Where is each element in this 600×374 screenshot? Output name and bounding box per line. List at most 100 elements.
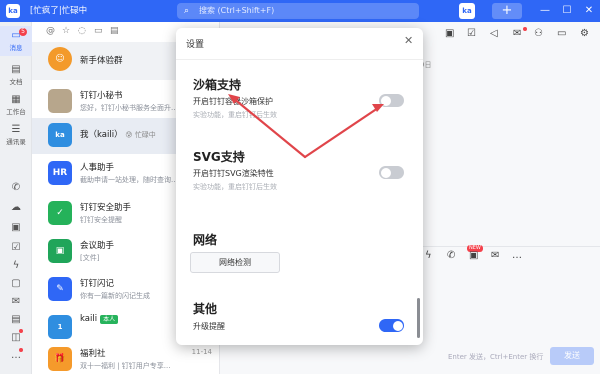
chat-filter-icon[interactable]: ▭ [94, 26, 103, 36]
svg-section-title: SVG支持 [193, 150, 245, 164]
ding-icon[interactable]: ϟ [425, 250, 432, 261]
title-bar: ka [忙疯了|忙碌中 ⌕ 搜索 (Ctrl+Shift+F) ka + — ☐… [0, 0, 600, 22]
conversation-name: 福利社 [80, 349, 106, 359]
nav-workbench-label: 工作台 [6, 108, 26, 116]
minimize-button[interactable]: — [535, 0, 555, 22]
sandbox-setting-note: 实验功能，重启钉钉后生效 [193, 111, 277, 119]
note-icon[interactable]: ▤ [10, 314, 22, 326]
file-icon[interactable]: ▭ [557, 28, 566, 39]
sandbox-setting-label: 开启钉钉容器沙箱保护 [193, 97, 273, 106]
conversation-name: kaili 本人 [80, 314, 119, 324]
close-window-button[interactable]: ✕ [579, 0, 599, 22]
video-icon[interactable]: ▣ [469, 250, 478, 261]
add-button[interactable]: + [492, 3, 522, 19]
conversation-item[interactable]: 🎁 福利社 双十一福利 | 钉钉用户专享... 11-14 [32, 342, 219, 374]
other-section-title: 其他 [193, 302, 218, 316]
conversation-name: 我（kaili） 😰 忙碌中 [80, 128, 156, 140]
grid-icon: ▦ [11, 94, 21, 105]
call-icon[interactable]: ✆ [447, 250, 455, 261]
todo-icon[interactable]: ☑ [10, 242, 22, 254]
nav-contacts[interactable]: ☰ 通讯录 [0, 124, 32, 150]
dingtalk-logo-icon: ka [6, 4, 20, 18]
dialog-divider [176, 59, 423, 60]
conversation-name: 钉钉安全助手 [80, 203, 132, 213]
meeting-icon[interactable]: ▢ [10, 278, 22, 290]
chat-bubble-icon: ▭ [11, 30, 21, 41]
more-icon[interactable]: … [512, 250, 522, 261]
ding-icon[interactable]: ◁ [490, 28, 498, 39]
avatar: ✎ [48, 277, 72, 301]
search-input[interactable]: ⌕ 搜索 (Ctrl+Shift+F) [177, 3, 419, 19]
avatar [48, 89, 72, 113]
nav-workbench[interactable]: ▦ 工作台 [0, 94, 32, 120]
svg-toggle[interactable] [379, 166, 404, 179]
sandbox-toggle[interactable] [379, 94, 404, 107]
send-button[interactable]: 发送 [550, 347, 594, 365]
notification-dot [19, 329, 23, 333]
avatar: ka [48, 123, 72, 147]
mention-icon[interactable]: @ [46, 26, 55, 36]
ding-icon[interactable]: ϟ [10, 260, 22, 272]
nav-docs-label: 文档 [9, 78, 23, 86]
gift-icon[interactable]: ◫ [10, 332, 22, 344]
dialog-scrollbar[interactable] [417, 298, 420, 338]
dialog-title: 设置 [186, 40, 205, 50]
conversation-name-text: 我（kaili） [80, 130, 123, 140]
self-tag: 本人 [100, 315, 119, 324]
mail-icon[interactable]: ✉ [10, 296, 22, 308]
conversation-name: 钉钉闪记 [80, 279, 115, 289]
conversation-preview: 您好，钉钉小秘书服务全面升... [80, 104, 178, 112]
nav-contacts-label: 通讯录 [6, 138, 26, 146]
conversation-preview: 钉钉安全提醒 [80, 216, 122, 224]
doc-filter-icon[interactable]: ▤ [110, 26, 119, 36]
calendar-icon[interactable]: ▣ [445, 28, 454, 39]
toggle-knob [392, 320, 403, 331]
avatar: ▣ [48, 239, 72, 263]
contacts-icon: ☰ [11, 124, 21, 135]
conversation-name: 人事助手 [80, 163, 115, 173]
search-placeholder: 搜索 (Ctrl+Shift+F) [199, 6, 275, 15]
settings-icon[interactable]: ⚙ [580, 28, 589, 39]
phone-icon[interactable]: ✆ [10, 182, 22, 194]
conversation-name-text: kaili [80, 314, 98, 324]
avatar: 1 [48, 315, 72, 339]
upgrade-reminder-label: 升级提醒 [193, 322, 225, 331]
conversation-time: 11-14 [191, 348, 212, 356]
toggle-knob [380, 167, 391, 178]
todo-icon[interactable]: ☑ [467, 28, 476, 39]
svg-setting-note: 实验功能，重启钉钉后生效 [193, 183, 277, 191]
star-icon[interactable]: ☆ [62, 26, 70, 36]
send-hint: Enter 发送，Ctrl+Enter 换行 [448, 353, 544, 361]
network-section-title: 网络 [193, 233, 218, 247]
upgrade-reminder-toggle[interactable] [379, 319, 404, 332]
conversation-name: 钉钉小秘书 [80, 91, 123, 101]
calendar-icon[interactable]: ▣ [10, 222, 22, 234]
document-icon: ▤ [11, 64, 21, 75]
busy-status-text: 忙碌中 [134, 131, 156, 139]
conversation-preview: 你有一篇新的闪记生成 [80, 292, 150, 300]
avatar: HR [48, 161, 72, 185]
close-icon[interactable]: ✕ [404, 34, 413, 47]
busy-status: 😰 忙碌中 [125, 131, 156, 139]
add-user-icon[interactable]: ⚇ [534, 28, 543, 39]
search-icon: ⌕ [184, 6, 190, 16]
conversation-name: 会议助手 [80, 241, 115, 251]
mail-icon[interactable]: ✉ [491, 250, 499, 261]
mail-icon[interactable]: ✉ [513, 28, 521, 39]
cloud-icon[interactable]: ☁ [10, 202, 22, 214]
nav-docs[interactable]: ▤ 文档 [0, 64, 32, 90]
conversation-preview: 截助申请一站处理，随时查询... [80, 176, 178, 184]
user-status-text[interactable]: [忙疯了|忙碌中 [30, 0, 87, 22]
unread-icon[interactable]: ◌ [78, 26, 86, 36]
avatar: ✓ [48, 201, 72, 225]
settings-dialog: 设置 ✕ 沙箱支持 开启钉钉容器沙箱保护 实验功能，重启钉钉后生效 SVG支持 … [176, 28, 423, 345]
left-nav: ▭ 消息 5 ▤ 文档 ▦ 工作台 ☰ 通讯录 ✆ ☁ ▣ ☑ ϟ ▢ ✉ ▤ … [0, 22, 32, 374]
conversation-name: 新手体验群 [80, 56, 123, 66]
user-avatar[interactable]: ka [459, 3, 475, 19]
sandbox-section-title: 沙箱支持 [193, 78, 242, 92]
network-check-button[interactable]: 网络检测 [190, 252, 280, 273]
maximize-button[interactable]: ☐ [557, 0, 577, 22]
toggle-knob [380, 95, 391, 106]
avatar: 🎁 [48, 347, 72, 371]
nav-messages[interactable]: ▭ 消息 5 [0, 26, 32, 56]
